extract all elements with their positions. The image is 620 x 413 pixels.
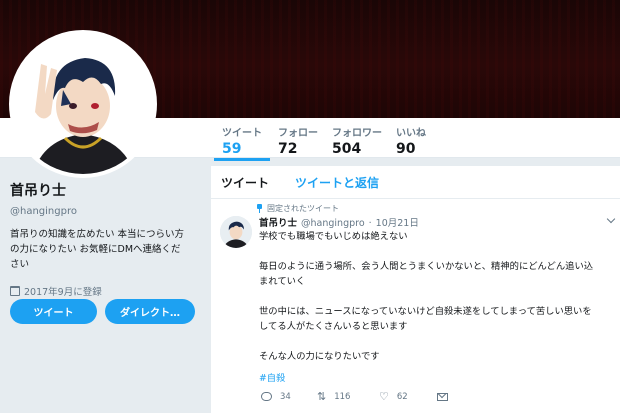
- stat-tweets[interactable]: ツイート 59: [214, 124, 270, 161]
- bio-line-1: 首吊りの知識を広めたい 本当につらい方: [10, 229, 185, 240]
- like-action[interactable]: ♡ 62: [379, 391, 437, 402]
- timeline-tabs: ツイート ツイートと返信: [211, 166, 620, 199]
- profile-page: ツイート 59 フォロー 72 フォロワー 504 いいね 90 首吊り士 @h…: [0, 0, 620, 413]
- timeline: ツイート ツイートと返信 固定されたツイート 首吊り士 @hangingpro …: [211, 166, 620, 413]
- tweet-text: 学校でも職場でもいじめは絶えない 毎日のように通う場所、会う人間とうまくいかない…: [259, 229, 615, 364]
- pin-icon: [256, 204, 263, 213]
- retweet-count: 116: [334, 391, 351, 402]
- stat-followers-count: 504: [332, 141, 362, 157]
- joined-date: 2017年9月に登録: [10, 284, 210, 298]
- stat-tweets-count: 59: [222, 141, 242, 157]
- avatar-illustration: [13, 34, 153, 174]
- stat-tweets-label: ツイート: [222, 128, 262, 139]
- profile-actions: ツイート ダイレクト…: [10, 299, 195, 324]
- direct-message-button[interactable]: ダイレクト…: [105, 299, 195, 324]
- bio-line-3: さい: [10, 259, 30, 270]
- stat-followers-label: フォロワー: [332, 128, 382, 139]
- tweet-date[interactable]: 10月21日: [376, 215, 419, 229]
- stat-likes-count: 90: [396, 141, 416, 157]
- tweet-actions: 34 ⇅ 116 ♡ 62: [261, 391, 448, 402]
- pinned-label: 固定されたツイート: [267, 204, 339, 213]
- tweet-avatar[interactable]: [220, 216, 252, 248]
- tweet-button[interactable]: ツイート: [10, 299, 97, 324]
- tweet-avatar-illustration: [220, 216, 252, 248]
- tweet-author-handle[interactable]: @hangingpro: [301, 218, 365, 229]
- stat-likes[interactable]: いいね 90: [396, 124, 426, 157]
- stat-likes-label: いいね: [396, 128, 426, 139]
- profile-avatar[interactable]: [9, 30, 157, 178]
- tweet-para3-line1: 世の中には、ニュースになっていないけど自殺未遂をしてしまって苦しい思いを: [259, 306, 592, 317]
- profile-card: 首吊り士 @hangingpro 首吊りの知識を広めたい 本当につらい方 の力に…: [10, 180, 210, 298]
- stat-following[interactable]: フォロー 72: [278, 124, 318, 157]
- tweet-line-1: 学校でも職場でもいじめは絶えない: [259, 231, 408, 242]
- tweet-para2-line2: まれていく: [259, 276, 306, 287]
- profile-handle: @hangingpro: [10, 206, 77, 217]
- tab-tweets-and-replies[interactable]: ツイートと返信: [295, 174, 379, 191]
- tweet-author-name[interactable]: 首吊り士: [259, 215, 297, 229]
- tweet-paragraph-4: そんな人の力になりたいです: [259, 351, 380, 362]
- dm-action[interactable]: [437, 392, 448, 401]
- envelope-icon: [437, 392, 448, 401]
- tweet-header: 首吊り士 @hangingpro · 10月21日: [259, 215, 419, 229]
- reply-icon: [261, 392, 272, 401]
- profile-bio: 首吊りの知識を広めたい 本当につらい方 の力になりたい お気軽にDMへ連絡くだ …: [10, 227, 208, 272]
- calendar-icon: [10, 286, 20, 296]
- pinned-label-row: 固定されたツイート: [256, 203, 339, 214]
- tweet-para3-line2: してる人がたくさんいると思います: [259, 321, 408, 332]
- tweet-separator: ·: [368, 218, 372, 229]
- heart-icon: ♡: [379, 390, 389, 403]
- tweet-paragraph-2: 毎日のように通う場所、会う人間とうまくいかないと、精神的にどんどん追い込 まれて…: [259, 259, 615, 289]
- tweet-paragraph-3: 世の中には、ニュースになっていないけど自殺未遂をしてしまって苦しい思いを してる…: [259, 304, 615, 334]
- bio-line-2: の力になりたい お気軽にDMへ連絡くだ: [10, 244, 181, 255]
- tab-tweets[interactable]: ツイート: [221, 174, 269, 191]
- like-count: 62: [396, 391, 408, 402]
- joined-text: 2017年9月に登録: [24, 287, 102, 298]
- stat-following-count: 72: [278, 141, 298, 157]
- stat-followers[interactable]: フォロワー 504: [332, 124, 382, 157]
- reply-action[interactable]: 34: [261, 392, 317, 402]
- retweet-icon: ⇅: [317, 390, 327, 403]
- tweet-para2-line1: 毎日のように通う場所、会う人間とうまくいかないと、精神的にどんどん追い込: [259, 261, 594, 272]
- retweet-action[interactable]: ⇅ 116: [317, 391, 379, 402]
- chevron-down-icon[interactable]: [606, 214, 616, 224]
- reply-count: 34: [280, 391, 291, 402]
- profile-name[interactable]: 首吊り士: [10, 180, 210, 200]
- stat-following-label: フォロー: [278, 128, 318, 139]
- tweet-hashtag[interactable]: #自殺: [259, 370, 285, 384]
